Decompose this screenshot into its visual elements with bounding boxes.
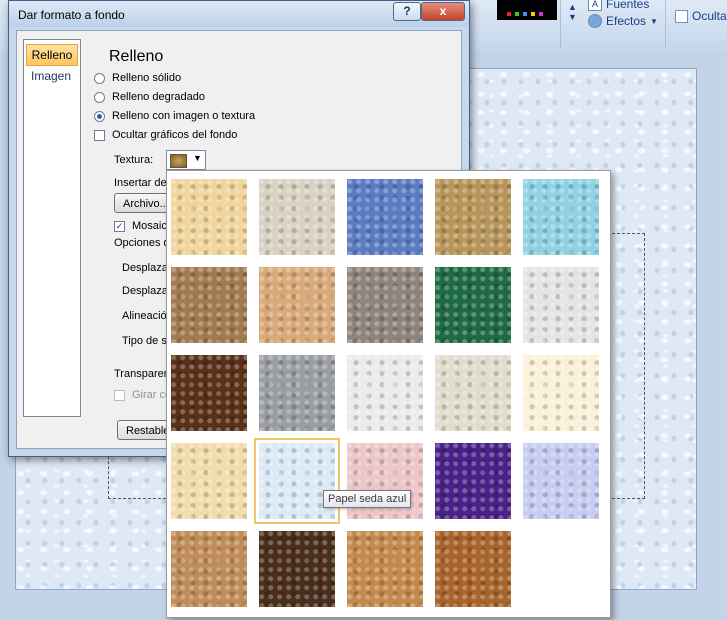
rotate-with-shape-checkbox[interactable]: Girar co	[114, 389, 171, 401]
chevron-down-icon: ▼	[650, 16, 658, 26]
hide-checkbox[interactable]	[675, 9, 688, 23]
radio-label: Relleno sólido	[112, 72, 182, 84]
texture-tile[interactable]	[259, 179, 335, 255]
checkbox-checked[interactable]: ✓	[114, 220, 125, 232]
radio-label: Relleno degradado	[112, 91, 205, 103]
texture-tile[interactable]	[347, 179, 423, 255]
texture-tile[interactable]	[523, 267, 599, 343]
ribbon-scroll-arrows[interactable]: ▲ ▼	[568, 2, 577, 22]
radio-button-selected[interactable]	[94, 110, 105, 122]
texture-tile[interactable]	[171, 443, 247, 519]
effects-icon	[588, 14, 602, 28]
offset-x-label: Desplaza	[122, 262, 168, 274]
dialog-titlebar[interactable]: Dar formato a fondo ? x	[9, 1, 469, 27]
texture-tile[interactable]	[171, 531, 247, 607]
transparency-label: Transparen	[114, 368, 170, 380]
chevron-down-icon: ▼	[193, 153, 202, 163]
checkbox[interactable]	[94, 129, 105, 141]
hide-label: Oculta	[692, 9, 727, 23]
texture-tile[interactable]	[171, 179, 247, 255]
file-button[interactable]: Archivo...	[114, 193, 170, 213]
texture-tile[interactable]	[347, 355, 423, 431]
help-button[interactable]: ?	[393, 2, 421, 21]
texture-label: Textura:	[114, 154, 154, 166]
radio-label: Relleno con imagen o textura	[112, 110, 256, 122]
texture-tile[interactable]	[171, 267, 247, 343]
texture-tile[interactable]	[435, 267, 511, 343]
radio-gradient-fill[interactable]: Relleno degradado	[94, 91, 205, 103]
texture-tile[interactable]	[259, 531, 335, 607]
category-nav: Relleno Imagen	[23, 39, 81, 417]
checkbox-disabled	[114, 389, 125, 401]
close-button[interactable]: x	[421, 2, 465, 21]
radio-solid-fill[interactable]: Relleno sólido	[94, 72, 181, 84]
texture-tile[interactable]	[347, 531, 423, 607]
checkbox-label: Ocultar gráficos del fondo	[112, 129, 238, 141]
texture-tile[interactable]	[523, 443, 599, 519]
mosaic-checkbox[interactable]: ✓ Mosaico	[114, 220, 173, 232]
fonts-button[interactable]: A Fuentes	[588, 0, 649, 11]
offset-y-label: Desplaza	[122, 285, 168, 297]
reset-background-button[interactable]: Restable	[117, 420, 172, 440]
effects-button[interactable]: Efectos ▼	[588, 14, 658, 28]
fonts-label: Fuentes	[606, 0, 650, 11]
texture-tile[interactable]	[435, 179, 511, 255]
texture-tile[interactable]	[171, 355, 247, 431]
texture-dropdown[interactable]: ▼	[166, 150, 206, 170]
insert-from-label: Insertar de	[114, 177, 167, 189]
texture-tile[interactable]	[523, 355, 599, 431]
nav-item-relleno[interactable]: Relleno	[26, 44, 78, 66]
texture-tile[interactable]	[259, 267, 335, 343]
radio-button[interactable]	[94, 72, 105, 84]
mosaic-options-label: Opciones d	[114, 237, 170, 249]
color-scheme-swatch[interactable]	[497, 0, 557, 20]
mirror-type-label: Tipo de s	[122, 335, 167, 347]
texture-tooltip: Papel seda azul	[323, 490, 412, 508]
texture-tile[interactable]	[435, 355, 511, 431]
hide-graphics-checkbox[interactable]: Ocultar gráficos del fondo	[94, 129, 237, 141]
texture-thumbnail	[170, 154, 187, 168]
texture-tile[interactable]	[435, 443, 511, 519]
texture-tile[interactable]	[347, 267, 423, 343]
dialog-title: Dar formato a fondo	[18, 8, 125, 22]
fonts-icon: A	[588, 0, 602, 11]
texture-tile[interactable]	[259, 355, 335, 431]
radio-picture-texture-fill[interactable]: Relleno con imagen o textura	[94, 110, 255, 122]
hide-background-graphics-toggle[interactable]: Oculta	[675, 9, 727, 23]
texture-tile[interactable]	[435, 531, 511, 607]
texture-gallery	[166, 170, 611, 618]
nav-item-imagen[interactable]: Imagen	[26, 66, 76, 86]
effects-label: Efectos	[606, 14, 647, 28]
radio-button[interactable]	[94, 91, 105, 103]
section-heading: Relleno	[109, 48, 164, 65]
alignment-label: Alineació	[122, 310, 167, 322]
texture-tile[interactable]	[523, 179, 599, 255]
